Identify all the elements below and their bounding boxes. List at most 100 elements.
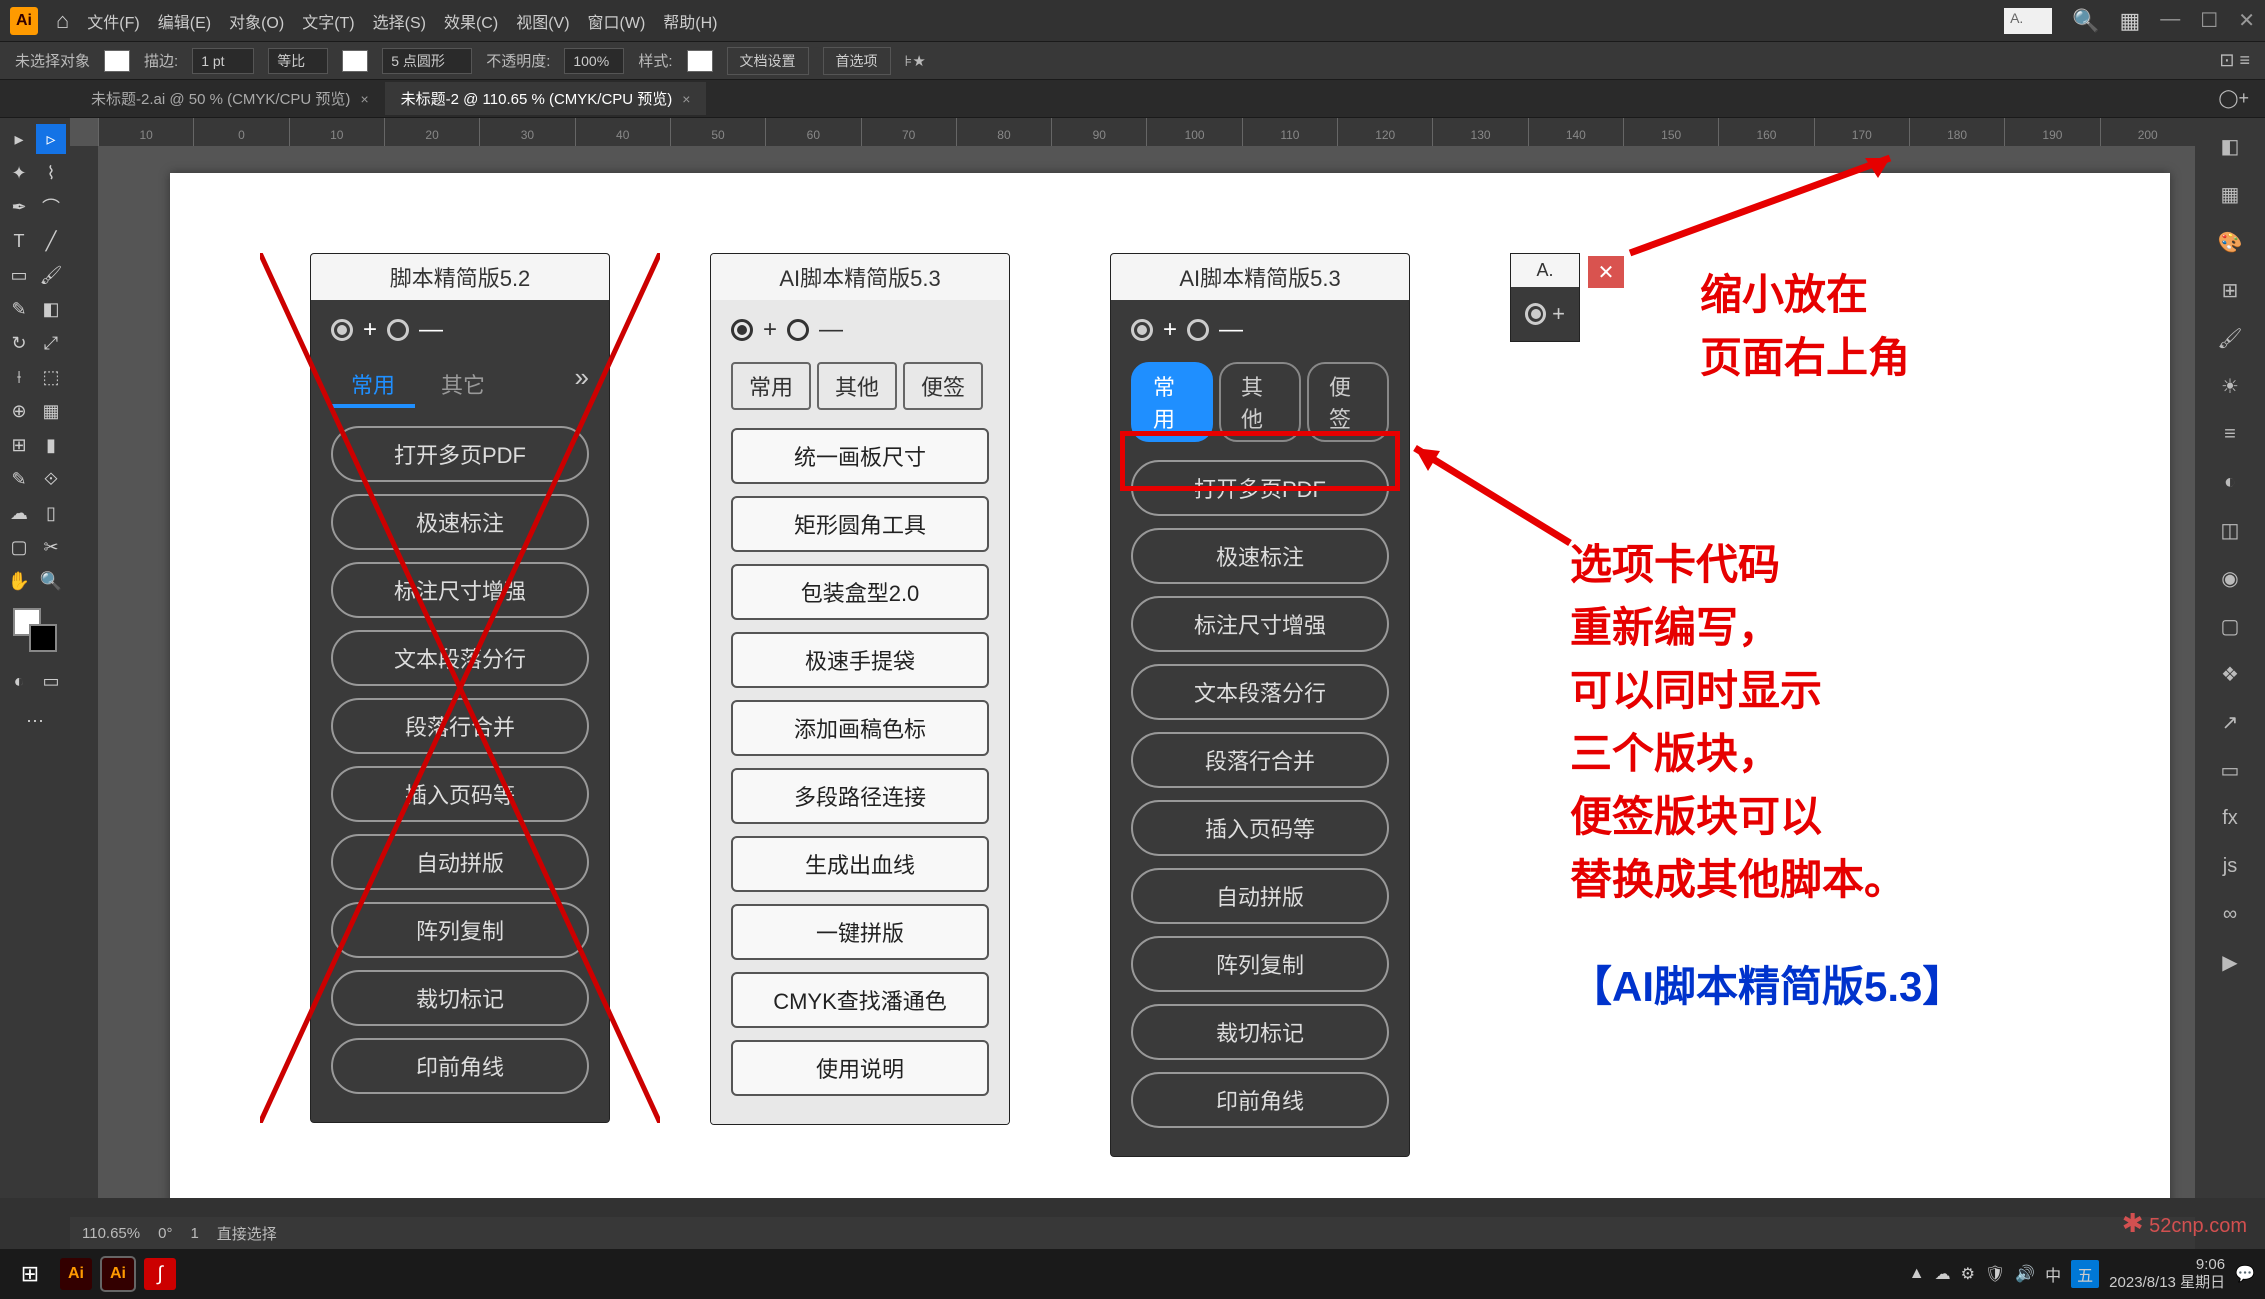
doc-setup-button[interactable]: 文档设置 [727,47,809,75]
fill-stroke-control[interactable] [13,608,57,652]
taskbar-clock[interactable]: 9:062023/8/13 星期日 [2109,1256,2225,1292]
taskbar-ai-1[interactable]: Ai [60,1258,92,1290]
tray-ime[interactable]: 五 [2071,1260,2099,1288]
opacity-input[interactable] [564,48,624,74]
arrange-icon[interactable]: ▦ [2120,8,2141,34]
menu-select[interactable]: 选择(S) [373,9,426,33]
menu-window[interactable]: 窗口(W) [588,9,646,33]
artboard-nav[interactable]: 1 [190,1225,198,1242]
btn-array-copy-52[interactable]: 阵列复制 [331,902,589,958]
maximize-icon[interactable]: ☐ [2200,8,2218,33]
tray-icon[interactable]: ☁ [1935,1264,1951,1284]
stroke-icon[interactable]: ≡ [2212,416,2248,452]
btn-array-copy-53[interactable]: 阵列复制 [1131,936,1389,992]
stroke-weight-input[interactable] [192,48,254,74]
wand-tool[interactable]: ✦ [4,158,34,188]
brush-swatch[interactable] [342,50,368,72]
btn-dim-enhance-53[interactable]: 标注尺寸增强 [1131,596,1389,652]
rotate-tool[interactable]: ↻ [4,328,34,358]
tab-close-icon[interactable]: × [360,91,368,107]
zoom-level[interactable]: 110.65% [82,1225,140,1242]
menu-view[interactable]: 视图(V) [516,9,569,33]
home-icon[interactable]: ⌂ [56,8,69,34]
search-icon[interactable]: 🔍 [2072,8,2099,34]
start-icon[interactable]: ⊞ [10,1254,50,1294]
taskbar-app-3[interactable]: ∫ [144,1258,176,1290]
tab-other-53l[interactable]: 其他 [817,362,897,410]
tab-other-52[interactable]: 其它 [421,362,505,408]
screen-mode[interactable]: ▭ [36,666,66,696]
layers-icon[interactable]: ❖ [2212,656,2248,692]
gradient-icon[interactable]: ◐ [2212,464,2248,500]
panel-mini-close[interactable]: ✕ [1588,256,1624,288]
color-mode[interactable]: ◐ [4,666,34,696]
btn-crop-marks-52[interactable]: 裁切标记 [331,970,589,1026]
menu-object[interactable]: 对象(O) [229,9,284,33]
transparency-icon[interactable]: ◫ [2212,512,2248,548]
align-icon[interactable]: ⊧★ [905,52,926,70]
btn-help[interactable]: 使用说明 [731,1040,989,1096]
tray-ime-lang[interactable]: 中 [2045,1262,2061,1286]
canvas[interactable]: 1001020304050607080901001101201301401501… [70,118,2195,1198]
btn-open-pdf-53[interactable]: 打开多页PDF [1131,460,1389,516]
radio-off-icon[interactable] [1187,319,1209,341]
btn-pagenum-53[interactable]: 插入页码等 [1131,800,1389,856]
btn-open-pdf-52[interactable]: 打开多页PDF [331,426,589,482]
brushes-icon[interactable]: 🖌 [2212,320,2248,356]
btn-auto-impose-52[interactable]: 自动拼版 [331,834,589,890]
tab-other-53d[interactable]: 其他 [1219,362,1301,442]
btn-pagenum-52[interactable]: 插入页码等 [331,766,589,822]
tray-icon[interactable]: ▲ [1909,1265,1925,1283]
type-tool[interactable]: T [4,226,34,256]
top-search-field[interactable]: A. [2004,8,2052,34]
brush-tool[interactable]: 🖌 [36,260,66,290]
btn-corner-line-52[interactable]: 印前角线 [331,1038,589,1094]
btn-add-swatch[interactable]: 添加画稿色标 [731,700,989,756]
tray-icon[interactable]: ⚙ [1961,1264,1975,1284]
btn-fast-annot-53[interactable]: 极速标注 [1131,528,1389,584]
tab-common-53d[interactable]: 常用 [1131,362,1213,442]
shape-builder-tool[interactable]: ⊕ [4,396,34,426]
curvature-tool[interactable]: ⌒ [36,192,66,222]
play-icon[interactable]: ▶ [2212,944,2248,980]
btn-para-merge-53[interactable]: 段落行合并 [1131,732,1389,788]
radio-off-icon[interactable] [787,319,809,341]
hand-tool[interactable]: ✋ [4,566,34,596]
brush-input[interactable] [382,48,472,74]
tab-common-52[interactable]: 常用 [331,362,415,408]
graph-tool[interactable]: ▯ [36,498,66,528]
more-icon[interactable]: » [575,362,589,408]
radio-on-icon[interactable] [1131,319,1153,341]
eraser-tool[interactable]: ◧ [36,294,66,324]
gradient-tool[interactable]: ▮ [36,430,66,460]
color-icon[interactable]: 🎨 [2212,224,2248,260]
btn-unify-artboard[interactable]: 统一画板尺寸 [731,428,989,484]
btn-dim-enhance-52[interactable]: 标注尺寸增强 [331,562,589,618]
appearance-icon[interactable]: ◉ [2212,560,2248,596]
edit-toolbar[interactable]: ⋯ [20,706,50,736]
menu-type[interactable]: 文字(T) [302,9,354,33]
tab-common-53l[interactable]: 常用 [731,362,811,410]
eyedropper-tool[interactable]: ✎ [4,464,34,494]
perspective-tool[interactable]: ▦ [36,396,66,426]
graphic-styles-icon[interactable]: ▢ [2212,608,2248,644]
selection-tool[interactable]: ▸ [4,124,34,154]
prefs-button[interactable]: 首选项 [823,47,891,75]
swatches-icon[interactable]: ⊞ [2212,272,2248,308]
btn-fast-bag[interactable]: 极速手提袋 [731,632,989,688]
scale-tool[interactable]: ⤢ [36,328,66,358]
direct-selection-tool[interactable]: ▹ [36,124,66,154]
line-tool[interactable]: ╱ [36,226,66,256]
pen-tool[interactable]: ✒ [4,192,34,222]
close-icon[interactable]: ✕ [2238,8,2255,33]
btn-para-merge-52[interactable]: 段落行合并 [331,698,589,754]
zoom-tool[interactable]: 🔍 [36,566,66,596]
cloud-icon[interactable]: ◯+ [2218,88,2249,109]
radio-on-icon[interactable] [731,319,753,341]
panel-menu-icon[interactable]: ⊡ ≡ [2219,50,2250,71]
btn-text-split-52[interactable]: 文本段落分行 [331,630,589,686]
artboard-tool[interactable]: ▢ [4,532,34,562]
menu-edit[interactable]: 编辑(E) [158,9,211,33]
artboards-icon[interactable]: ▭ [2212,752,2248,788]
btn-text-split-53[interactable]: 文本段落分行 [1131,664,1389,720]
